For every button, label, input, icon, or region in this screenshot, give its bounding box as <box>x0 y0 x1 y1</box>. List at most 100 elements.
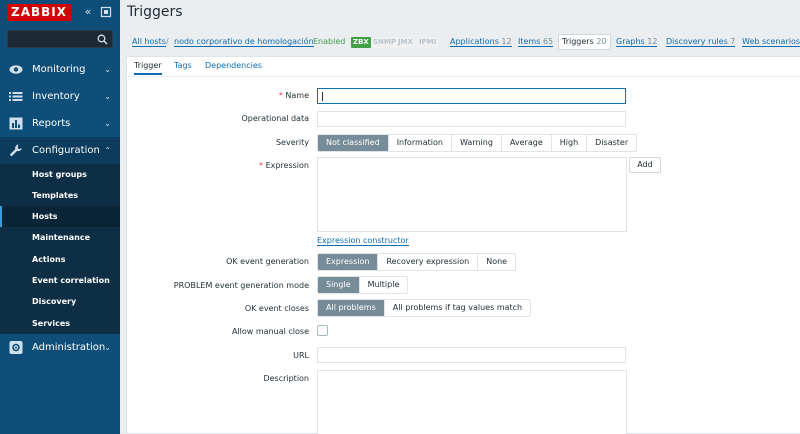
menu-monitoring[interactable]: Monitoring ⌄ <box>0 56 120 83</box>
submenu-event-correlation[interactable]: Event correlation <box>0 270 120 291</box>
submenu-discovery[interactable]: Discovery <box>0 291 120 312</box>
nav-applications-label: Applications <box>450 37 499 46</box>
expression-textarea[interactable] <box>317 157 627 232</box>
ok-closes-all-problems[interactable]: All problems <box>318 300 385 316</box>
add-expression-button[interactable]: Add <box>629 157 661 173</box>
ok-event-closes-selector: All problems All problems if tag values … <box>317 299 532 317</box>
nav-items-count: 65 <box>542 37 554 46</box>
required-mark: * <box>278 91 283 100</box>
ok-event-generation-label: OK event generation <box>226 257 309 266</box>
allow-manual-close-label: Allow manual close <box>231 327 309 336</box>
nav-items[interactable]: Items 65 <box>518 37 554 47</box>
chevron-down-icon: ⌄ <box>104 119 111 128</box>
menu-administration[interactable]: Administration ⌄ <box>0 334 120 361</box>
name-input[interactable] <box>317 88 626 104</box>
text-cursor <box>322 92 323 101</box>
trigger-form-panel: Trigger Tags Dependencies * Name Operati… <box>126 56 800 434</box>
chevron-up-icon: ⌃ <box>104 146 111 155</box>
problem-mode-selector: Single Multiple <box>317 276 409 294</box>
menu-configuration-label: Configuration <box>32 145 100 156</box>
severity-not-classified[interactable]: Not classified <box>318 135 389 151</box>
configuration-submenu: Host groups Templates Hosts Maintenance … <box>0 164 120 334</box>
form-tabs: Trigger Tags Dependencies <box>127 57 800 77</box>
nav-graphs-label: Graphs <box>616 37 645 46</box>
tab-tags[interactable]: Tags <box>174 61 192 70</box>
kiosk-mode-icon[interactable] <box>99 5 113 19</box>
zabbix-logo[interactable]: ZABBIX <box>7 4 71 21</box>
submenu-host-groups[interactable]: Host groups <box>0 164 120 185</box>
chevron-down-icon: ⌄ <box>104 65 111 74</box>
list-icon <box>9 90 23 103</box>
allow-manual-close-checkbox[interactable] <box>317 325 328 336</box>
name-label-text: Name <box>285 91 309 100</box>
search-input[interactable] <box>7 30 113 48</box>
nav-graphs-count: 12 <box>647 37 658 46</box>
menu-reports-label: Reports <box>32 118 71 129</box>
jmx-availability-badge: JMX <box>396 37 415 48</box>
description-textarea[interactable] <box>317 370 627 434</box>
severity-warning[interactable]: Warning <box>452 135 502 151</box>
submenu-services[interactable]: Services <box>0 313 120 334</box>
expression-constructor-link[interactable]: Expression constructor <box>317 236 409 246</box>
menu-configuration[interactable]: Configuration ⌃ <box>0 137 120 164</box>
ok-event-recovery-expression[interactable]: Recovery expression <box>378 254 479 270</box>
submenu-hosts[interactable]: Hosts <box>0 206 120 227</box>
sidebar: ZABBIX « Monitoring ⌄ Inventory ⌄ Report… <box>0 0 120 434</box>
nav-triggers[interactable]: Triggers 20 <box>558 34 611 50</box>
eye-icon <box>9 63 23 76</box>
problem-mode-multiple[interactable]: Multiple <box>359 277 408 293</box>
severity-information[interactable]: Information <box>388 135 452 151</box>
chevron-down-icon: ⌄ <box>104 343 111 352</box>
url-input[interactable] <box>317 347 626 363</box>
operational-data-label: Operational data <box>241 114 310 123</box>
breadcrumb-all-hosts[interactable]: All hosts <box>132 37 166 47</box>
search-icon[interactable] <box>97 34 108 45</box>
required-mark: * <box>259 161 264 170</box>
menu-reports[interactable]: Reports ⌄ <box>0 110 120 137</box>
tab-trigger[interactable]: Trigger <box>134 61 162 75</box>
nav-triggers-label: Triggers <box>562 37 594 46</box>
main-content: Triggers All hosts / nodo corporativo de… <box>120 0 800 434</box>
severity-high[interactable]: High <box>551 135 588 151</box>
page-title: Triggers <box>127 4 183 20</box>
gear-icon <box>9 341 23 354</box>
severity-average[interactable]: Average <box>501 135 552 151</box>
tab-dependencies[interactable]: Dependencies <box>205 61 262 70</box>
ok-event-generation-selector: Expression Recovery expression None <box>317 253 517 271</box>
wrench-icon <box>9 144 23 157</box>
zbx-availability-badge: ZBX <box>351 37 371 48</box>
menu-inventory[interactable]: Inventory ⌄ <box>0 83 120 110</box>
menu-monitoring-label: Monitoring <box>32 64 86 75</box>
ok-closes-tag-match[interactable]: All problems if tag values match <box>384 300 531 316</box>
ok-event-closes-label: OK event closes <box>244 304 309 313</box>
severity-label: Severity <box>275 138 309 147</box>
submenu-templates[interactable]: Templates <box>0 185 120 206</box>
snmp-availability-badge: SNMP <box>371 37 398 48</box>
breadcrumb: All hosts / nodo corporativo de homologa… <box>120 32 800 54</box>
menu-inventory-label: Inventory <box>32 91 80 102</box>
bar-chart-icon <box>9 117 23 130</box>
nav-triggers-count: 20 <box>596 37 607 46</box>
submenu-actions[interactable]: Actions <box>0 249 120 270</box>
ok-event-none[interactable]: None <box>478 254 516 270</box>
nav-discovery-rules-count: 7 <box>730 37 736 46</box>
nav-applications[interactable]: Applications 12 <box>450 37 512 47</box>
nav-discovery-rules-label: Discovery rules <box>666 37 728 46</box>
nav-graphs[interactable]: Graphs 12 <box>616 37 658 47</box>
breadcrumb-host[interactable]: nodo corporativo de homologación <box>174 37 314 47</box>
collapse-sidebar-icon[interactable]: « <box>81 5 95 19</box>
operational-data-input[interactable] <box>317 111 626 127</box>
name-label: * Name <box>279 91 309 100</box>
problem-mode-single[interactable]: Single <box>318 277 360 293</box>
expression-label-text: Expression <box>265 161 309 170</box>
severity-disaster[interactable]: Disaster <box>587 135 637 151</box>
chevron-down-icon: ⌄ <box>104 92 111 101</box>
nav-discovery-rules[interactable]: Discovery rules 7 <box>666 37 736 47</box>
nav-web-scenarios[interactable]: Web scenarios <box>742 37 800 47</box>
host-status-enabled[interactable]: Enabled <box>313 37 345 46</box>
nav-applications-count: 12 <box>501 37 512 46</box>
description-label: Description <box>263 374 309 383</box>
sidebar-header: ZABBIX « <box>0 0 120 28</box>
submenu-maintenance[interactable]: Maintenance <box>0 227 120 248</box>
ok-event-expression[interactable]: Expression <box>318 254 379 270</box>
